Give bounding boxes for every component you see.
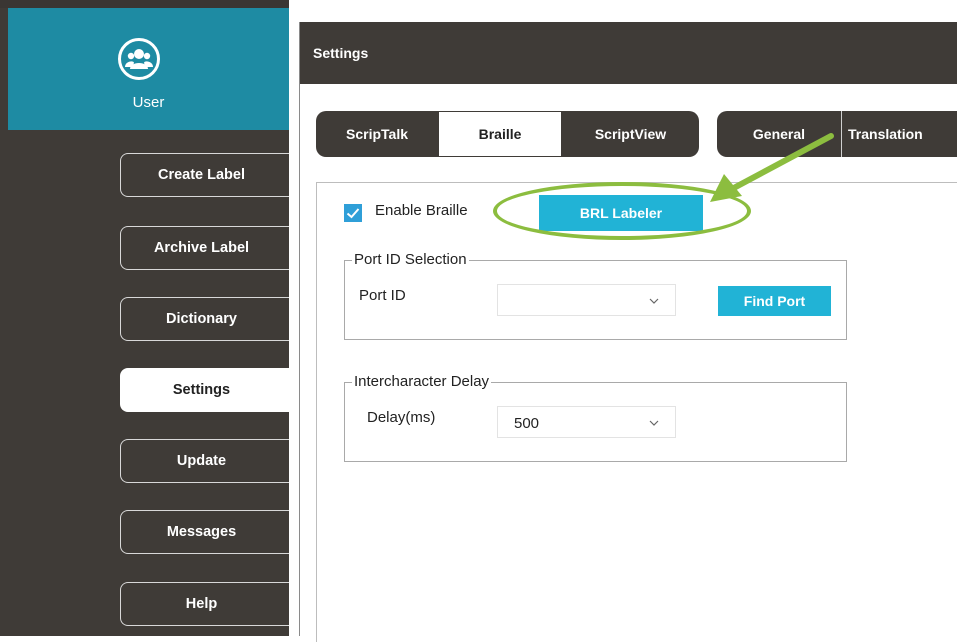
tab-scriptview[interactable]: ScriptView [562,111,699,157]
tab-translation[interactable]: Translation [841,111,957,157]
chevron-down-icon [649,298,659,304]
sidebar-item-update[interactable]: Update [120,439,290,483]
page-title: Settings [299,22,957,84]
delay-select[interactable]: 500 [497,406,676,438]
sidebar-item-settings[interactable]: Settings [120,368,290,412]
sidebar: User Create Label Archive Label Dictiona… [0,0,290,636]
port-id-label: Port ID [359,287,406,304]
tab-group-devices: ScripTalk Braille ScriptView [316,111,699,157]
sidebar-item-help[interactable]: Help [120,582,290,626]
sidebar-item-archive-label[interactable]: Archive Label [120,226,290,270]
tab-scriptalk[interactable]: ScripTalk [316,111,438,157]
users-icon [118,38,160,80]
enable-braille-checkbox[interactable] [344,204,362,222]
sidebar-top-edge [0,0,289,8]
sidebar-item-messages[interactable]: Messages [120,510,290,554]
highlight-arrow-icon [710,133,834,202]
chevron-down-icon [649,420,659,426]
port-id-select[interactable] [497,284,676,316]
port-id-group-title: Port ID Selection [352,251,469,268]
main-divider [299,22,300,636]
enable-braille-label[interactable]: Enable Braille [375,202,468,219]
delay-label: Delay(ms) [367,409,436,426]
delay-group-title: Intercharacter Delay [352,373,492,390]
user-label: User [132,94,165,111]
find-port-button[interactable]: Find Port [718,286,831,316]
sidebar-item-create-label[interactable]: Create Label [120,153,290,197]
delay-value: 500 [514,415,540,432]
user-panel[interactable]: User [8,8,289,130]
checkmark-icon [346,208,360,219]
tab-braille[interactable]: Braille [438,111,562,157]
sidebar-item-dictionary[interactable]: Dictionary [120,297,290,341]
